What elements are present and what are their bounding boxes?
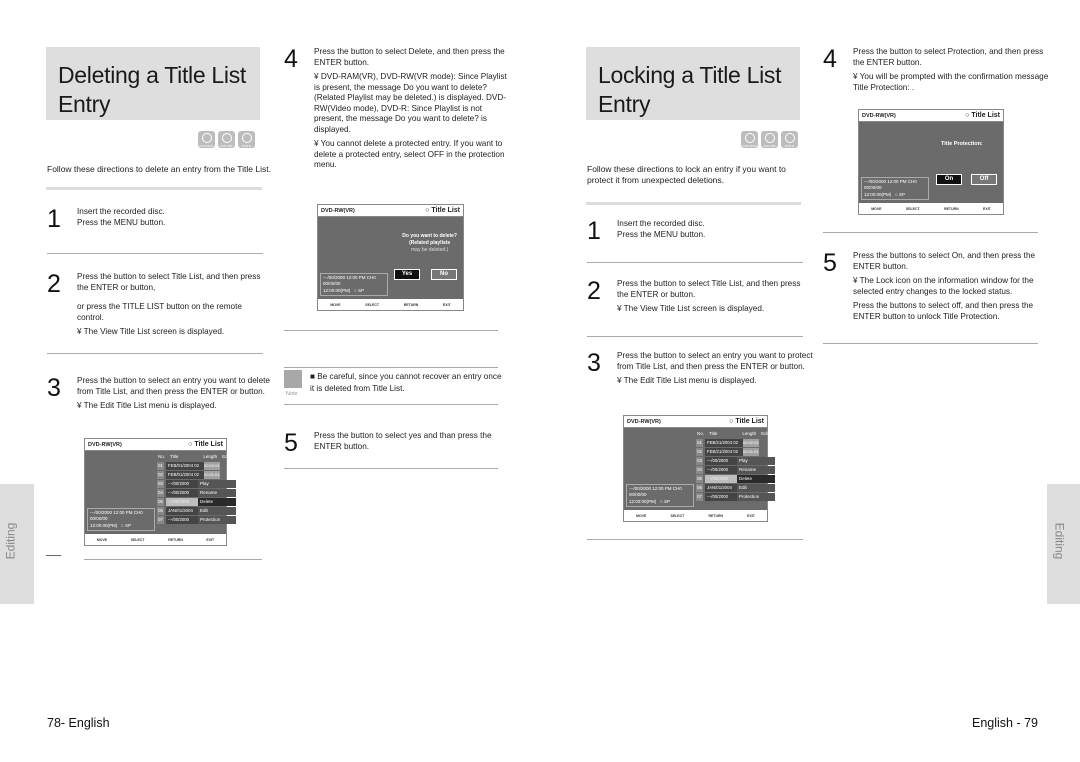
delete-confirm-screen: DVD-RW(VR) ○ Title List Do you want to de… [317, 204, 464, 311]
divider [84, 559, 262, 560]
divider [284, 468, 498, 469]
left-page-title: Deleting a Title List Entry [58, 62, 247, 117]
divider [46, 555, 61, 556]
left-disc-icons: DVD-RAM DVD-RW DVD-R [198, 131, 255, 148]
menu-item-edit[interactable]: Edit [737, 484, 775, 492]
move-hint: MOVE [96, 537, 108, 542]
table-row[interactable]: 02 FEB/21/2004 02 [696, 448, 743, 456]
left-side-tab: Editing [0, 484, 34, 604]
right-title-box: Locking a Title List Entry [586, 47, 800, 120]
dvd-rw-icon: DVD-RW [761, 131, 778, 148]
right-page-title: Locking a Title List Entry [598, 62, 782, 117]
divider [587, 539, 803, 540]
row-title: FEB/01/2004 02 [166, 471, 204, 479]
row-number: 07 [696, 493, 703, 501]
menu-item-delete[interactable]: Delete [198, 498, 236, 506]
dvd-ram-icon: DVD-RAM [741, 131, 758, 148]
divider [587, 262, 803, 263]
divider [587, 336, 803, 337]
row-number: 04 [157, 489, 164, 497]
info-window: ---/00/2000 12:00 PM CH0 00/00/00 12:00:0… [626, 483, 694, 507]
table-row[interactable]: 07 ---/00/2000 [157, 516, 204, 524]
title-list-table: 01 FEB/21/2004 02 02 FEB/21/2004 02 03 ---/00… [696, 439, 743, 502]
menu-item-play[interactable]: Play [198, 480, 236, 488]
divider [284, 367, 498, 368]
row-number: 02 [696, 448, 703, 456]
menu-item-edit[interactable]: Edit [198, 507, 236, 515]
row-number: 01 [157, 462, 164, 470]
divider [823, 232, 1038, 233]
row-number: 01 [696, 439, 703, 447]
pencil-note-icon [284, 370, 302, 388]
row-number: 06 [696, 484, 703, 492]
table-row[interactable]: 06 JAN/01/2004 [157, 507, 204, 515]
left-intro: Follow these directions to delete an ent… [47, 164, 271, 174]
divider [47, 253, 263, 254]
off-button[interactable]: Off [971, 174, 997, 185]
info-window: ---/00/2000 12:00 PM CH0 00/00/00 12:00:0… [87, 507, 155, 531]
table-row[interactable]: 02 FEB/01/2004 02 [157, 471, 204, 479]
edit-title-list-screen-right: DVD-RW(VR) ○ Title List No. Title Length … [623, 415, 775, 522]
info-window: ---/00/2000 12:00 PM CH0 00/00/00 12:00:0… [320, 272, 388, 296]
row-title: FEB/01/2004 02 [166, 462, 204, 470]
row-number: 05 [696, 475, 703, 483]
dvd-rw-icon: DVD-RW [218, 131, 235, 148]
row-number: 05 [157, 498, 164, 506]
dvd-r-icon: DVD-R [781, 131, 798, 148]
table-row[interactable]: 05 ---/00/2000 [696, 475, 743, 483]
table-row[interactable]: 04 ---/00/2000 [696, 466, 743, 474]
divider [47, 353, 263, 354]
table-row[interactable]: 04 ---/00/2000 [157, 489, 204, 497]
exit-hint: EXIT [206, 537, 215, 542]
table-row[interactable]: 01 FEB/01/2004 02 [157, 462, 204, 470]
edit-menu: Play Rename Delete Edit Protection [198, 480, 236, 525]
no-button[interactable]: No [431, 269, 457, 280]
left-title-box: Deleting a Title List Entry [46, 47, 260, 120]
divider [284, 330, 498, 331]
divider [823, 343, 1038, 344]
info-window: ---/00/2000 12:00 PM CH0 00/00/00 12:00:0… [861, 176, 929, 200]
menu-item-protection[interactable]: Protection [737, 493, 775, 501]
delete-message: Do you want to delete? (Related playlist… [402, 233, 457, 253]
menu-item-rename[interactable]: Rename [198, 489, 236, 497]
row-number: 03 [157, 480, 164, 488]
dvd-ram-icon: DVD-RAM [198, 131, 215, 148]
table-row[interactable]: 03 ---/00/2000 [696, 457, 743, 465]
title-protection-screen: DVD-RW(VR) ○ Title List Title Protection:… [858, 109, 1004, 215]
right-disc-icons: DVD-RAM DVD-RW DVD-R [741, 131, 798, 148]
row-number: 06 [157, 507, 164, 515]
select-hint: SELECT [130, 537, 145, 542]
note: Note ■ Be careful, since you cannot reco… [284, 370, 502, 397]
right-intro: Follow these directions to lock an entry… [587, 164, 786, 185]
title-list-table: 01 FEB/01/2004 02 02 FEB/01/2004 02 03 ---/00… [157, 462, 204, 525]
row-title: FEB/21/2004 02 [705, 448, 743, 456]
table-row[interactable]: 07 ---/00/2000 [696, 493, 743, 501]
yes-button[interactable]: Yes [394, 269, 420, 280]
row-number: 02 [157, 471, 164, 479]
edit-menu: Play Rename Delete Edit Protection [737, 457, 775, 502]
protection-message: Title Protection: [941, 141, 983, 147]
divider [284, 404, 498, 405]
divider [586, 202, 801, 205]
on-button[interactable]: On [936, 174, 962, 185]
table-row[interactable]: 03 ---/00/2000 [157, 480, 204, 488]
return-hint: RETURN [168, 537, 183, 542]
row-number: 03 [696, 457, 703, 465]
row-number: 04 [696, 466, 703, 474]
divider [46, 187, 262, 190]
edit-title-list-screen-left: DVD-RW(VR) ○ Title List No. Title Length … [84, 438, 236, 546]
table-row[interactable]: 06 JAN/01/2004 [696, 484, 743, 492]
left-page-number: 78- English [47, 716, 110, 730]
menu-item-play[interactable]: Play [737, 457, 775, 465]
row-title: FEB/21/2004 02 [705, 439, 743, 447]
right-page-number: English - 79 [972, 716, 1039, 730]
menu-item-delete[interactable]: Delete [737, 475, 775, 483]
right-side-tab: Editing [1047, 484, 1080, 604]
menu-item-protection[interactable]: Protection [198, 516, 236, 524]
table-row[interactable]: 01 FEB/21/2004 02 [696, 439, 743, 447]
table-row[interactable]: 05 ---/00/2000 [157, 498, 204, 506]
menu-item-rename[interactable]: Rename [737, 466, 775, 474]
row-number: 07 [157, 516, 164, 524]
dvd-r-icon: DVD-R [238, 131, 255, 148]
